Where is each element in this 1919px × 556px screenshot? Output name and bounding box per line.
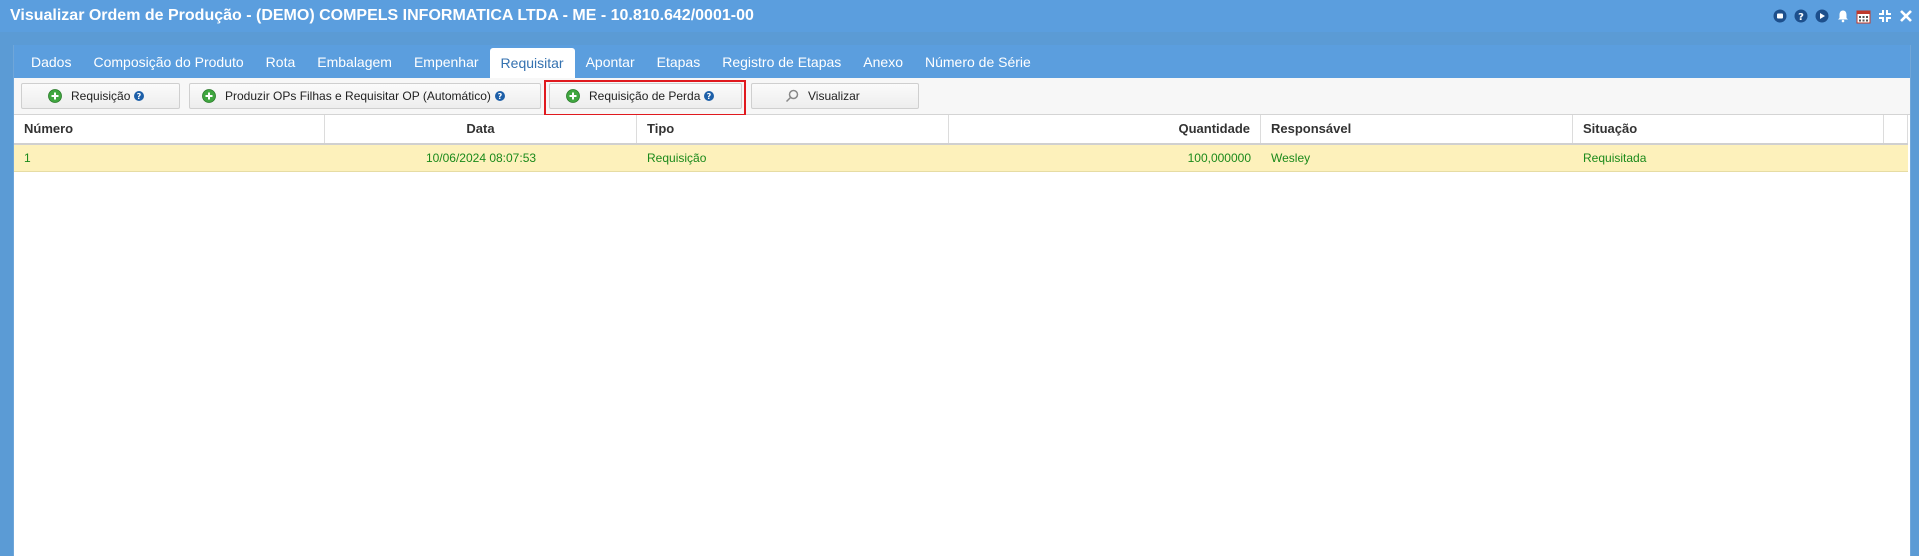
title-icons: ?	[1772, 0, 1913, 32]
tab-rota[interactable]: Rota	[255, 47, 307, 78]
help-icon[interactable]: ?	[134, 91, 145, 101]
tab-etapas[interactable]: Etapas	[646, 47, 712, 78]
column-header-filler	[1884, 115, 1908, 143]
collapse-icon[interactable]	[1877, 9, 1892, 24]
column-header-data[interactable]: Data	[325, 115, 637, 143]
cell-tipo: Requisição	[647, 151, 707, 165]
svg-text:?: ?	[1798, 12, 1804, 23]
search-icon	[785, 89, 799, 103]
toolbar: Requisição ? Produzir OPs Filhas e Requi…	[14, 78, 1910, 116]
svg-text:?: ?	[137, 92, 142, 101]
table-header: Número Data Tipo Quantidade Responsável …	[14, 115, 1908, 145]
calendar-icon[interactable]	[1856, 9, 1871, 24]
cell-situacao: Requisitada	[1583, 151, 1647, 165]
tab-embalagem[interactable]: Embalagem	[306, 47, 403, 78]
tab-requisitar[interactable]: Requisitar	[489, 48, 575, 78]
requisicao-de-perda-button[interactable]: Requisição de Perda ?	[549, 83, 742, 109]
add-green-icon	[48, 89, 62, 103]
visualizar-button[interactable]: Visualizar	[751, 83, 919, 109]
bell-icon[interactable]	[1835, 9, 1850, 24]
produzir-ops-filhas-button[interactable]: Produzir OPs Filhas e Requisitar OP (Aut…	[189, 83, 541, 109]
column-header-situacao[interactable]: Situação	[1573, 115, 1884, 143]
svg-text:?: ?	[707, 92, 712, 101]
help-icon[interactable]: ?	[494, 91, 505, 101]
produzir-ops-filhas-label: Produzir OPs Filhas e Requisitar OP (Aut…	[225, 89, 491, 103]
tab-anexo[interactable]: Anexo	[852, 47, 914, 78]
cell-filler	[1884, 145, 1908, 171]
tab-registro-de-etapas[interactable]: Registro de Etapas	[711, 47, 852, 78]
tab-empenhar[interactable]: Empenhar	[403, 47, 490, 78]
requisicao-button[interactable]: Requisição ?	[21, 83, 180, 109]
cell-data: 10/06/2024 08:07:53	[425, 151, 537, 165]
table-row[interactable]: 1 10/06/2024 08:07:53 Requisição 100,000…	[14, 145, 1908, 172]
main-panel: Dados Composição do Produto Rota Embalag…	[13, 45, 1911, 556]
record-icon[interactable]	[1772, 9, 1787, 24]
cell-responsavel: Wesley	[1271, 151, 1311, 165]
cell-quantidade: 100,000000	[1187, 151, 1251, 165]
tab-apontar[interactable]: Apontar	[575, 47, 646, 78]
help-icon[interactable]: ?	[704, 91, 715, 101]
column-header-quantidade[interactable]: Quantidade	[949, 115, 1261, 143]
close-icon[interactable]	[1898, 9, 1913, 24]
cell-numero: 1	[24, 151, 31, 165]
requisicao-de-perda-label: Requisição de Perda	[589, 89, 701, 103]
tab-bar: Dados Composição do Produto Rota Embalag…	[14, 45, 1910, 78]
column-header-responsavel[interactable]: Responsável	[1261, 115, 1573, 143]
visualizar-label: Visualizar	[808, 89, 860, 103]
window-titlebar: Visualizar Ordem de Produção - (DEMO) CO…	[0, 0, 1919, 32]
column-header-tipo[interactable]: Tipo	[637, 115, 949, 143]
tab-dados[interactable]: Dados	[20, 47, 82, 78]
add-green-icon	[202, 89, 216, 103]
requisicao-label: Requisição	[71, 89, 131, 103]
tab-numero-de-serie[interactable]: Número de Série	[914, 47, 1042, 78]
svg-text:?: ?	[498, 92, 503, 101]
play-icon[interactable]	[1814, 9, 1829, 24]
tab-composicao-do-produto[interactable]: Composição do Produto	[82, 47, 254, 78]
column-header-numero[interactable]: Número	[14, 115, 325, 143]
window-title: Visualizar Ordem de Produção - (DEMO) CO…	[10, 7, 754, 24]
requisicoes-table: Número Data Tipo Quantidade Responsável …	[14, 115, 1908, 172]
help-icon[interactable]: ?	[1793, 9, 1808, 24]
add-green-icon	[566, 89, 580, 103]
